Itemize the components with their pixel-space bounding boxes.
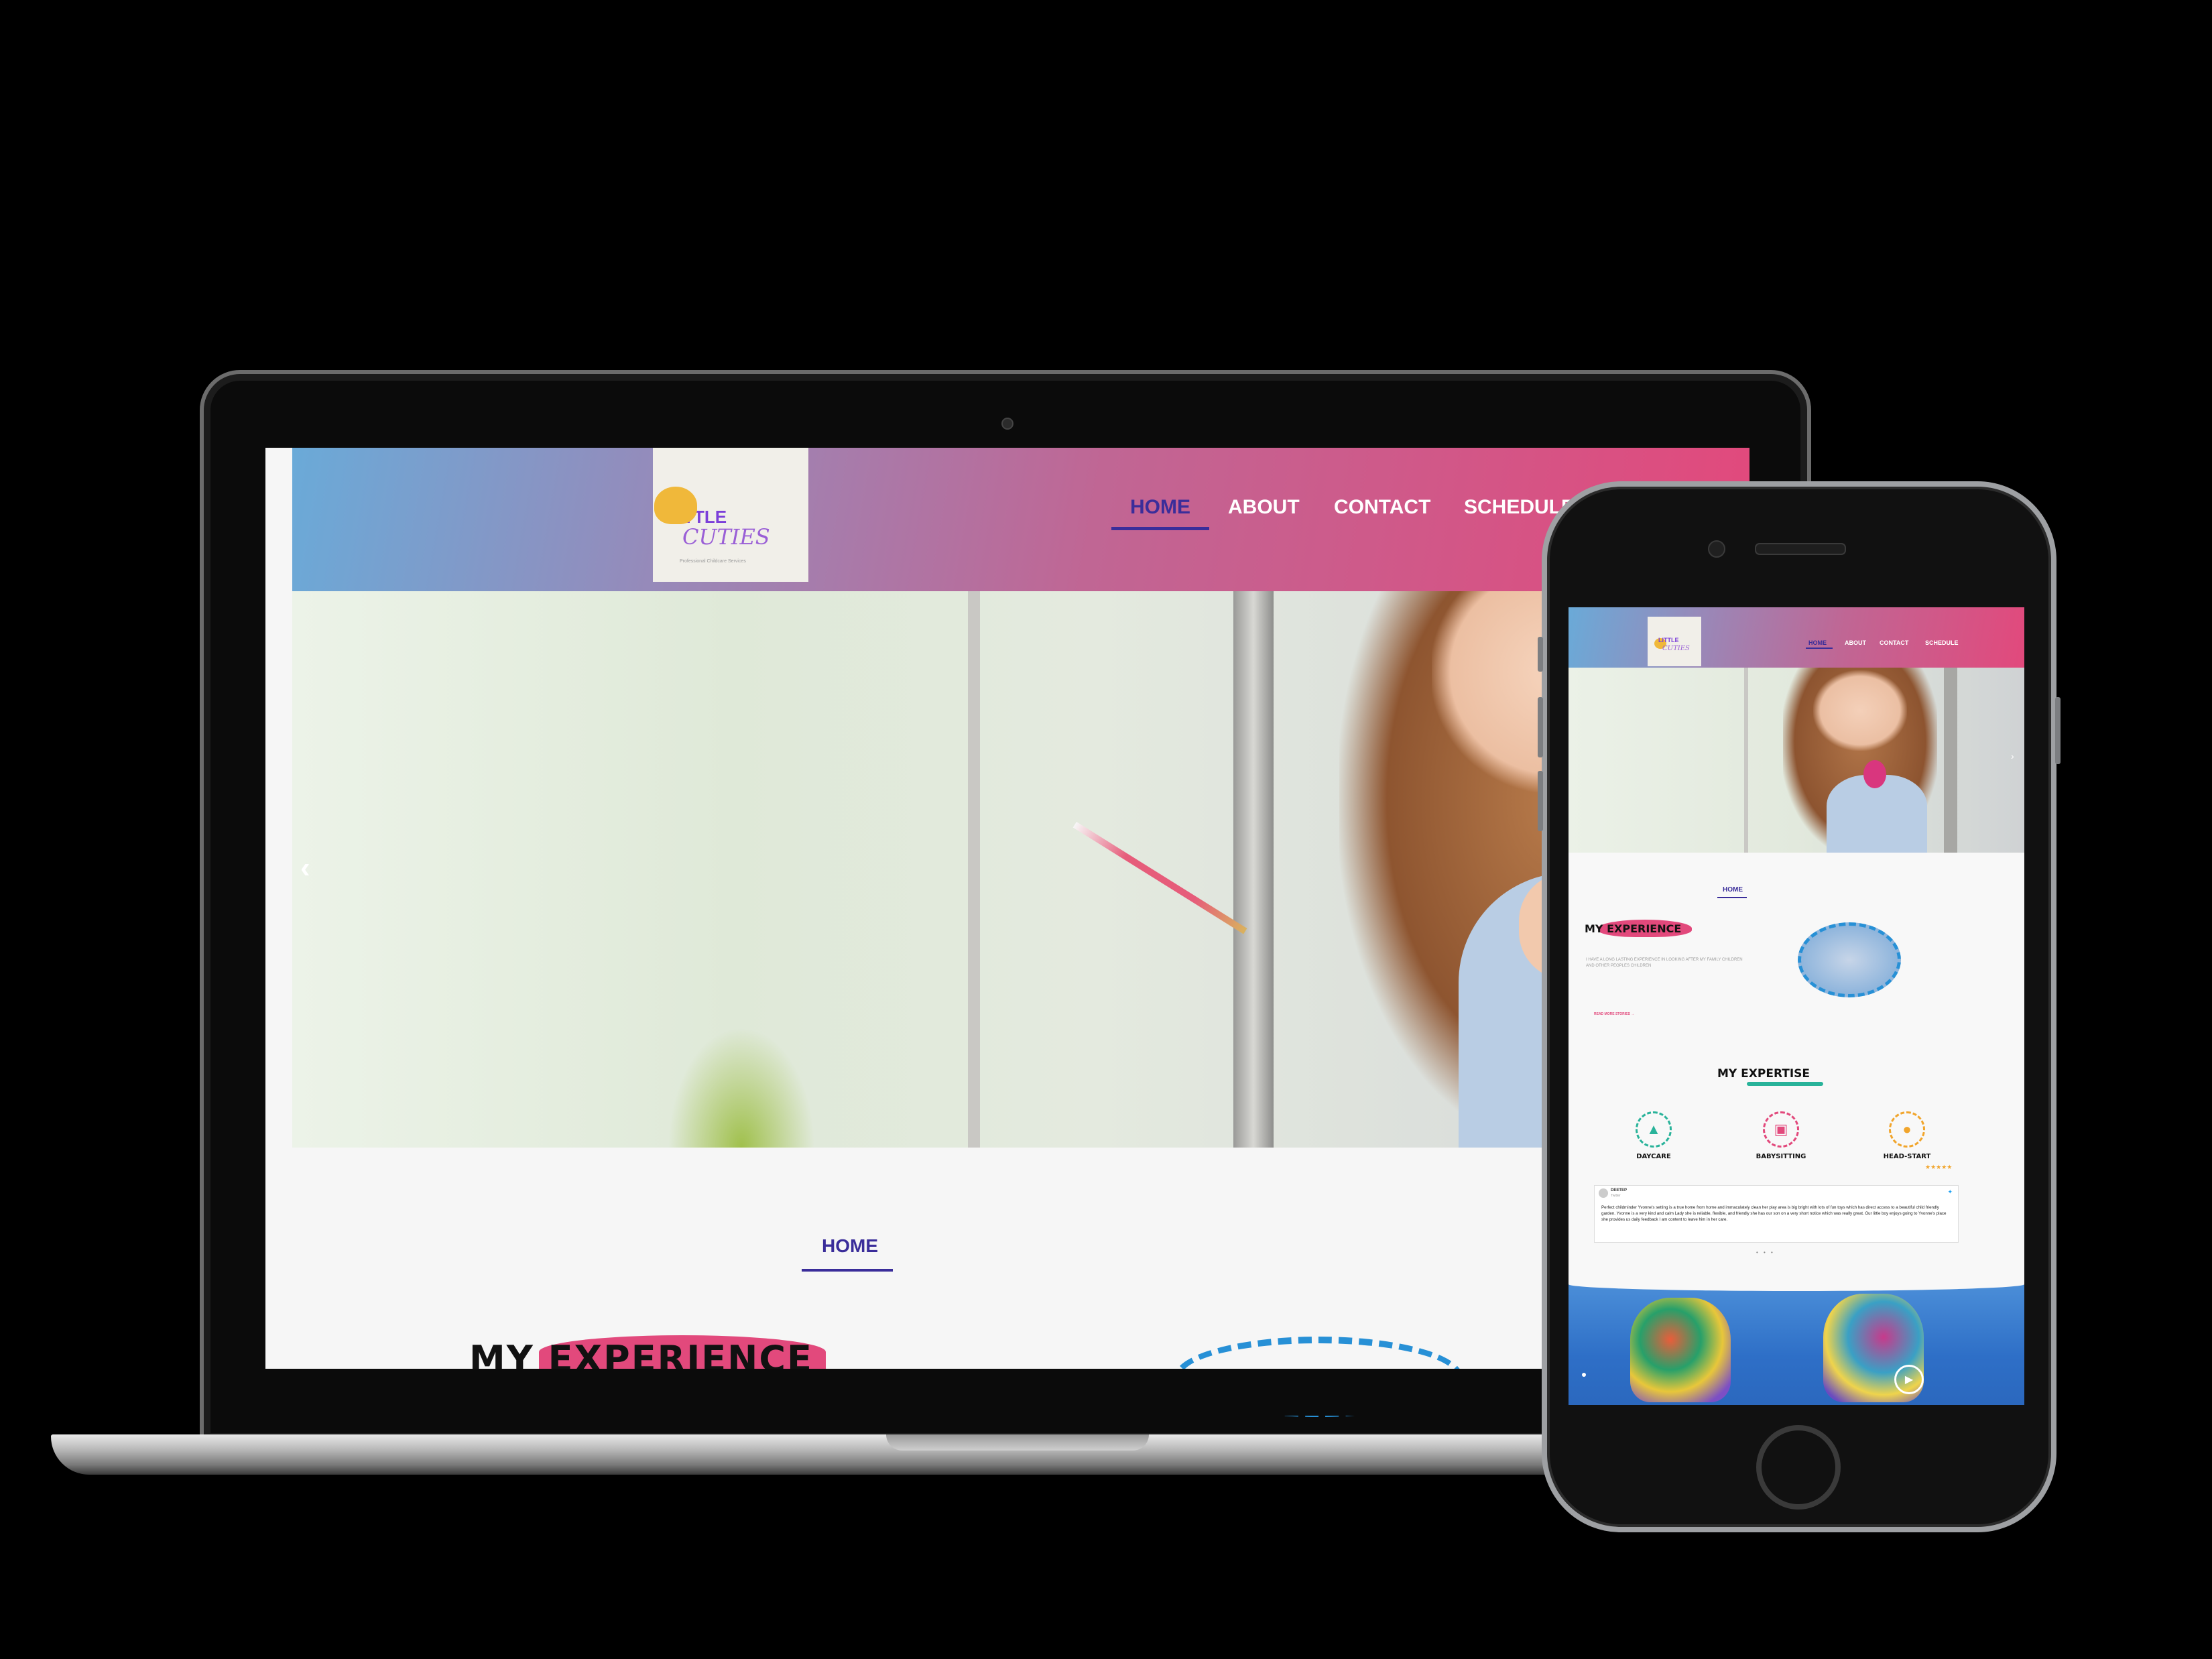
mountain-icon: ▲ <box>1636 1111 1672 1148</box>
mobile-experience-link[interactable]: READ MORE STORIES → <box>1594 1012 1634 1016</box>
review-carousel-dots[interactable]: • • • <box>1756 1249 1775 1255</box>
phone-front-camera <box>1708 540 1725 558</box>
service-babysitting: BABYSITTING <box>1756 1153 1806 1160</box>
logo-heart-icon <box>654 487 697 524</box>
phone-mute-switch <box>1538 637 1543 672</box>
mobile-nav-underline <box>1806 648 1833 649</box>
service-daycare: DAYCARE <box>1636 1153 1671 1160</box>
banner-indicator-dot[interactable] <box>1582 1373 1586 1377</box>
mobile-hero-window-frame <box>1944 668 1957 853</box>
mobile-section-home-label: HOME <box>1723 886 1743 894</box>
logo-text-cuties: CUTIES <box>682 524 770 550</box>
nav-active-underline <box>1111 527 1209 530</box>
laptop-camera <box>1001 418 1013 430</box>
mobile-nav-home[interactable]: HOME <box>1808 639 1827 646</box>
mobile-expertise-underline <box>1747 1082 1823 1086</box>
mobile-hero-slider[interactable]: › <box>1569 668 2024 853</box>
hero-window-frame <box>968 591 980 1148</box>
mobile-logo[interactable]: LITTLE CUTIES <box>1648 617 1701 666</box>
mobile-hero-girl-face <box>1813 670 1907 751</box>
mobile-header <box>1569 607 2024 668</box>
service-head-start: HEAD-START <box>1883 1153 1931 1160</box>
play-button-icon[interactable]: ▶ <box>1894 1365 1924 1394</box>
nav-contact[interactable]: CONTACT <box>1334 496 1430 519</box>
laptop-opening-notch <box>886 1434 1149 1451</box>
section-home-label: HOME <box>822 1235 878 1256</box>
section-home-underline <box>802 1269 893 1272</box>
mobile-experience-title: MY EXPERIENCE <box>1585 922 1682 935</box>
laptop-left-margin <box>265 448 294 1146</box>
painted-hand-left <box>1630 1298 1731 1402</box>
mobile-slider-next-icon[interactable]: › <box>2011 751 2014 761</box>
mobile-logo-text-cuties: CUTIES <box>1662 645 1690 652</box>
mobile-section-home-underline <box>1717 897 1747 898</box>
mobile-wave-divider <box>1569 1278 2024 1291</box>
review-source: Twitter <box>1611 1194 1621 1198</box>
nav-home[interactable]: HOME <box>1130 496 1190 519</box>
mobile-logo-text: LITTLE <box>1658 637 1679 643</box>
review-rating-stars: ★★★★★ <box>1925 1164 1953 1170</box>
phone-speaker <box>1755 543 1846 555</box>
hero-window-frame <box>1233 591 1274 1148</box>
phone-volume-down <box>1538 771 1543 831</box>
mobile-expertise-title: MY EXPERTISE <box>1717 1067 1810 1081</box>
backpack-icon: ● <box>1889 1111 1925 1148</box>
logo-tagline: Professional Childcare Services <box>680 559 746 564</box>
phone-screen: LITTLE CUTIES HOME ABOUT CONTACT SCHEDUL… <box>1569 607 2024 1405</box>
mobile-experience-photo <box>1798 922 1901 997</box>
avatar <box>1599 1188 1608 1198</box>
phone-home-button[interactable] <box>1756 1425 1841 1510</box>
hero-plant <box>668 1027 815 1148</box>
mobile-hero-egg <box>1863 760 1886 788</box>
twitter-bird-icon[interactable]: ✦ <box>1947 1188 1953 1196</box>
mobile-experience-text: I HAVE A LONG LASTING EXPERIENCE IN LOOK… <box>1586 958 1743 968</box>
review-text: Perfect childminder Yvonne's setting is … <box>1601 1205 1947 1222</box>
review-card: DEETEP Twitter ✦ Perfect childminder Yvo… <box>1594 1185 1959 1243</box>
mobile-nav-contact[interactable]: CONTACT <box>1880 639 1908 646</box>
gift-icon: ▣ <box>1763 1111 1799 1148</box>
laptop-bottom-bezel <box>265 1369 1749 1416</box>
phone-volume-up <box>1538 697 1543 757</box>
review-author: DEETEP <box>1611 1188 1627 1192</box>
mobile-hero-window-frame <box>1744 668 1748 853</box>
site-header <box>292 448 1749 591</box>
slider-prev-arrow-icon[interactable]: ‹ <box>300 851 310 885</box>
nav-about[interactable]: ABOUT <box>1228 496 1300 519</box>
hero-slider[interactable] <box>292 591 1749 1148</box>
mobile-nav-schedule[interactable]: SCHEDULE <box>1925 639 1959 646</box>
mobile-nav-about[interactable]: ABOUT <box>1845 639 1866 646</box>
phone-power-button <box>2055 697 2061 764</box>
